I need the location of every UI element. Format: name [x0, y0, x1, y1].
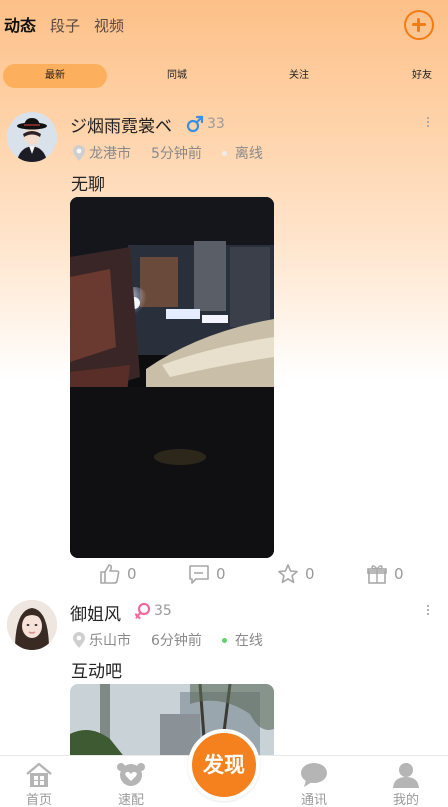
post-caption: 无聊: [71, 175, 105, 195]
location-label: 龙港市: [89, 146, 131, 162]
female-icon: [135, 602, 151, 620]
avatar[interactable]: [7, 600, 57, 650]
status-label: 离线: [234, 146, 263, 162]
nav-profile[interactable]: 我的: [376, 762, 436, 807]
gift-icon: [367, 565, 387, 584]
post-time: 5分钟前: [151, 146, 202, 162]
thumbs-up-icon: [100, 564, 120, 584]
status-label: 在线: [234, 633, 263, 649]
tab-duanzi[interactable]: 段子: [50, 15, 80, 36]
nav-match-label: 速配: [117, 793, 144, 807]
tab-shipin[interactable]: 视频: [94, 15, 124, 36]
post-action-bar: 0 0 0 0: [0, 563, 448, 587]
top-tab-bar: 动态 段子 视频: [4, 12, 124, 36]
home-icon: [26, 762, 52, 787]
male-icon: [186, 115, 204, 133]
like-count: 0: [127, 565, 137, 583]
more-icon[interactable]: [426, 117, 430, 129]
age-label: 35: [154, 603, 172, 619]
subtab-friends[interactable]: 好友: [395, 64, 448, 88]
username[interactable]: 御姐风: [70, 600, 121, 625]
post-caption: 互动吧: [71, 662, 122, 682]
tab-dongtai[interactable]: 动态: [4, 12, 36, 36]
gift-button[interactable]: 0: [366, 563, 404, 585]
discover-button[interactable]: 发现: [188, 729, 260, 801]
comment-icon: [189, 565, 209, 584]
nav-messages[interactable]: 通讯: [284, 762, 344, 807]
user-icon: [393, 763, 419, 788]
favorite-count: 0: [305, 565, 315, 583]
location-label: 乐山市: [89, 633, 131, 649]
gift-count: 0: [394, 565, 404, 583]
post-video[interactable]: [70, 197, 274, 558]
nav-match[interactable]: 速配: [101, 762, 161, 807]
gender-age-badge: 35: [135, 602, 172, 620]
plus-circle-icon[interactable]: [404, 10, 434, 40]
post-meta: 乐山市 6分钟前 在线: [72, 630, 263, 650]
subtab-latest[interactable]: 最新: [3, 64, 107, 88]
subtab-following[interactable]: 关注: [272, 64, 326, 88]
gender-age-badge: 33: [186, 115, 225, 133]
comment-count: 0: [216, 565, 226, 583]
age-label: 33: [207, 116, 225, 132]
username[interactable]: ジ烟雨霓裳ベ: [70, 112, 172, 137]
subtab-nearby[interactable]: 同城: [150, 64, 204, 88]
filter-tab-bar: 最新 同城 关注 好友: [0, 64, 448, 88]
status-dot: [221, 637, 227, 643]
location-pin-icon: [73, 631, 85, 648]
avatar[interactable]: [7, 112, 57, 162]
favorite-button[interactable]: 0: [277, 563, 315, 585]
nav-messages-label: 通讯: [300, 793, 327, 807]
status-dot: [221, 150, 227, 156]
nav-home[interactable]: 首页: [9, 762, 69, 807]
post-meta: 龙港市 5分钟前 离线: [72, 143, 263, 163]
match-icon: [117, 763, 145, 786]
post-time: 6分钟前: [151, 633, 202, 649]
nav-profile-label: 我的: [392, 793, 419, 807]
nav-home-label: 首页: [25, 793, 52, 807]
chat-icon: [301, 763, 327, 787]
more-icon[interactable]: [426, 605, 430, 617]
comment-button[interactable]: 0: [188, 563, 226, 585]
star-icon: [278, 564, 298, 584]
like-button[interactable]: 0: [99, 563, 137, 585]
location-pin-icon: [73, 144, 85, 161]
